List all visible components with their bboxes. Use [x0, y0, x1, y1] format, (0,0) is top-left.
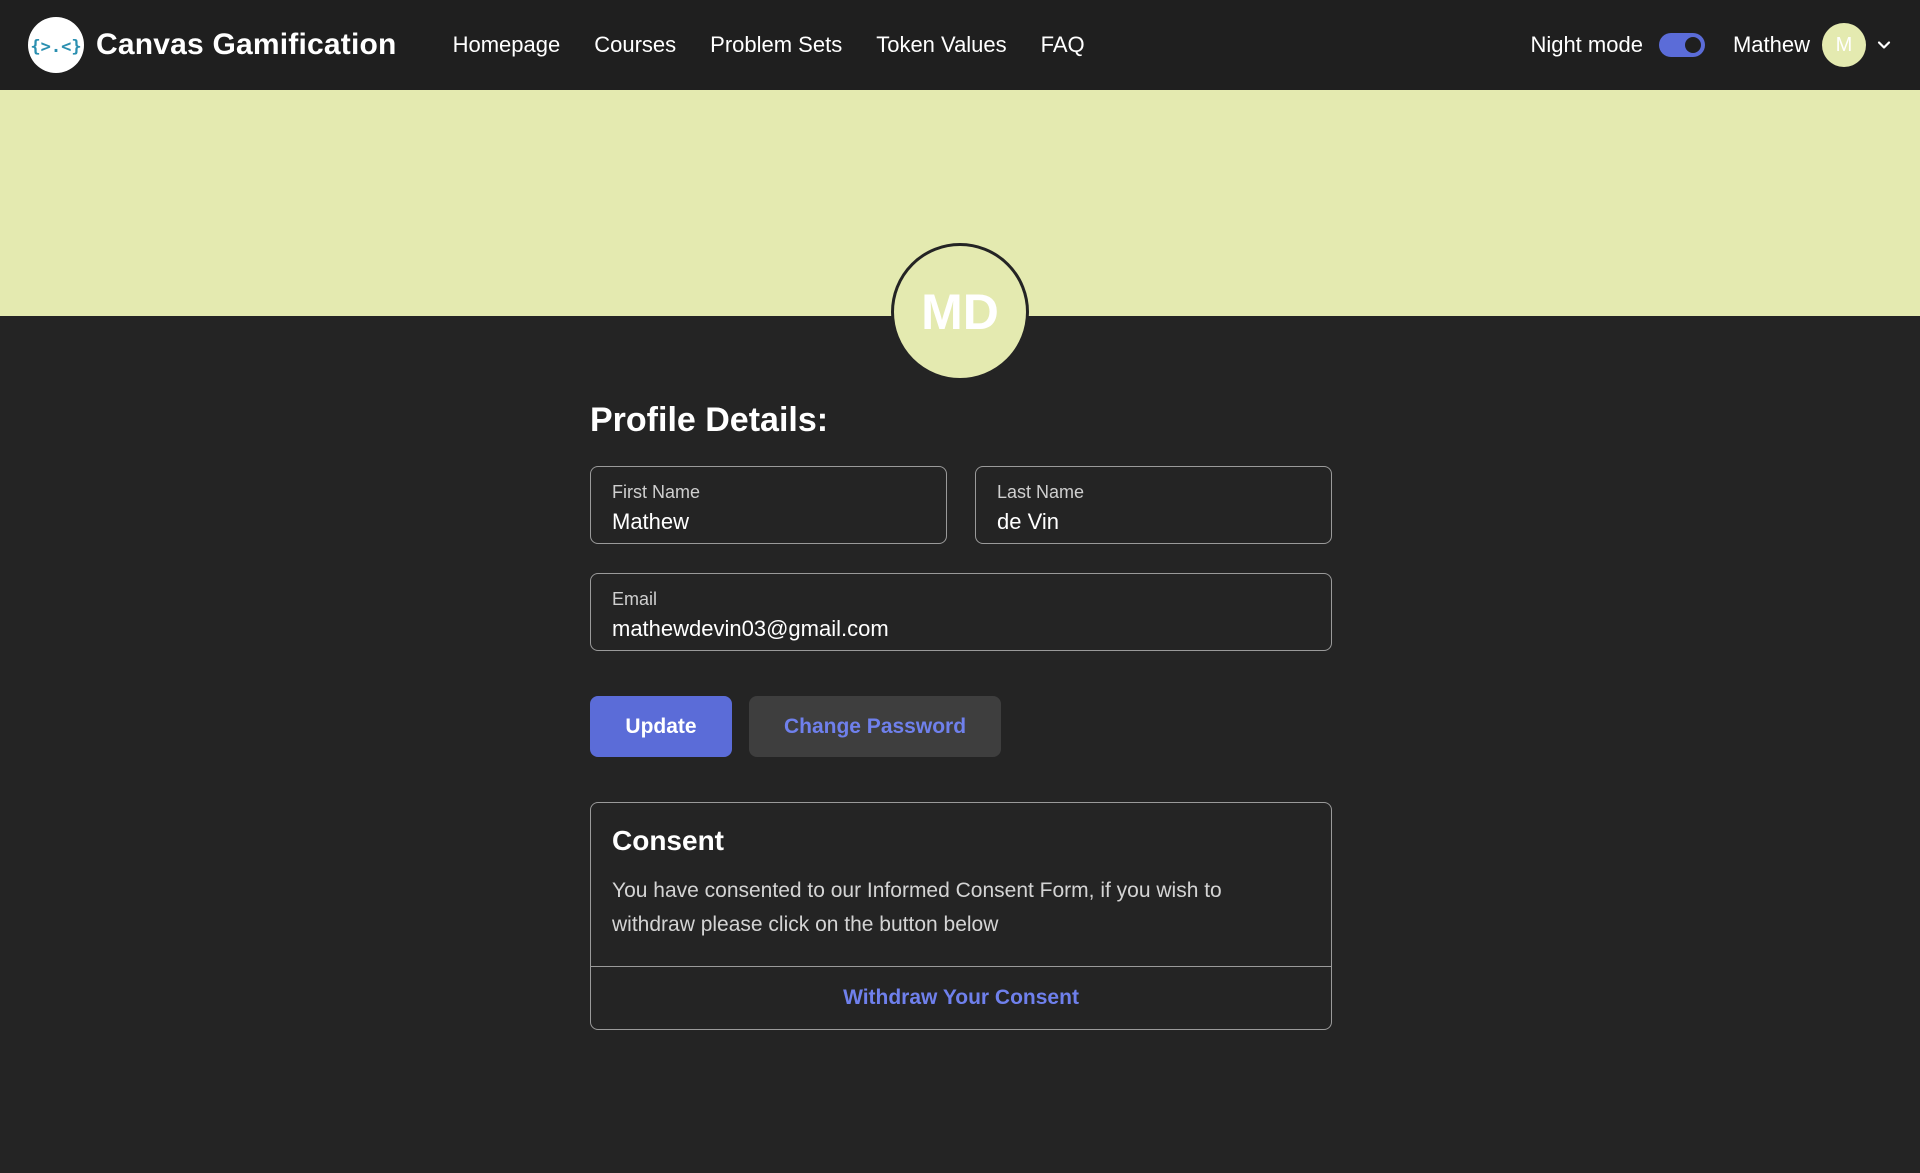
nav-link-homepage[interactable]: Homepage	[453, 32, 561, 58]
user-avatar[interactable]: M	[1822, 23, 1866, 67]
toggle-knob	[1684, 37, 1701, 53]
nav-link-token-values[interactable]: Token Values	[876, 32, 1006, 58]
consent-text: You have consented to our Informed Conse…	[612, 879, 1222, 936]
name-row: First Name Mathew Last Name de Vin	[590, 466, 1332, 544]
brand[interactable]: {>.<} Canvas Gamification	[28, 17, 397, 73]
page-title: Profile Details:	[590, 401, 829, 439]
email-field[interactable]: Email mathewdevin03@gmail.com	[590, 573, 1332, 651]
brand-name: Canvas Gamification	[96, 28, 397, 61]
last-name-label: Last Name	[997, 482, 1085, 502]
consent-card: Consent You have consented to our Inform…	[590, 802, 1332, 1030]
night-mode-label: Night mode	[1530, 32, 1643, 57]
email-value[interactable]: mathewdevin03@gmail.com	[612, 616, 1310, 642]
first-name-label: First Name	[612, 482, 701, 502]
last-name-field[interactable]: Last Name de Vin	[975, 466, 1332, 544]
profile-content: Profile Details: First Name Mathew Last …	[590, 398, 1332, 1030]
update-button[interactable]: Update	[590, 696, 732, 757]
first-name-value[interactable]: Mathew	[612, 509, 925, 535]
withdraw-consent-button[interactable]: Withdraw Your Consent	[843, 986, 1079, 1010]
nav-links: Homepage Courses Problem Sets Token Valu…	[453, 32, 1085, 58]
change-password-button[interactable]: Change Password	[749, 696, 1001, 757]
svg-text:{>.<}: {>.<}	[31, 37, 81, 57]
nav-link-problem-sets[interactable]: Problem Sets	[710, 32, 842, 58]
last-name-value[interactable]: de Vin	[997, 509, 1310, 535]
nav-link-faq[interactable]: FAQ	[1041, 32, 1085, 58]
chevron-down-icon[interactable]	[1876, 37, 1892, 53]
first-name-field[interactable]: First Name Mathew	[590, 466, 947, 544]
profile-avatar: MD	[891, 243, 1029, 381]
consent-body: Consent You have consented to our Inform…	[591, 803, 1331, 966]
form-buttons: Update Change Password	[590, 696, 1332, 757]
nav-link-courses[interactable]: Courses	[594, 32, 676, 58]
night-mode-toggle[interactable]	[1658, 33, 1705, 57]
email-label: Email	[612, 589, 658, 609]
logo-icon: {>.<}	[28, 17, 84, 73]
consent-footer: Withdraw Your Consent	[591, 966, 1331, 1029]
user-name[interactable]: Mathew	[1733, 32, 1810, 58]
top-navbar: {>.<} Canvas Gamification Homepage Cours…	[0, 0, 1920, 90]
nav-right: Night mode Mathew M	[1530, 23, 1892, 67]
consent-title: Consent	[612, 825, 724, 856]
